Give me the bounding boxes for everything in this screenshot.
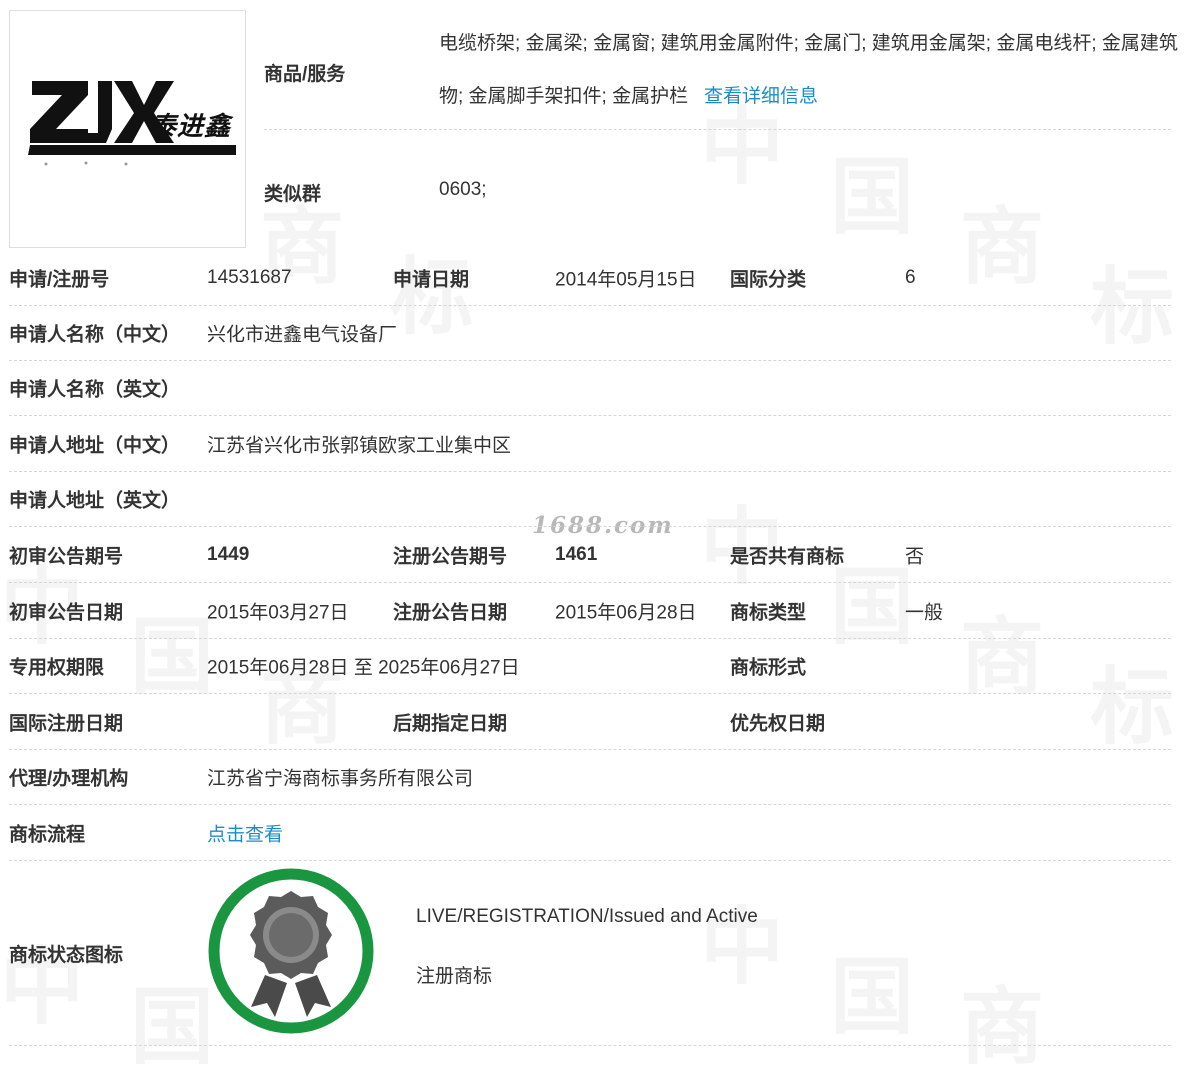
- registered-badge-icon: [208, 868, 374, 1034]
- status-en-text: LIVE/REGISTRATION/Issued and Active: [416, 906, 758, 927]
- prelim-date-label: 初审公告日期: [9, 602, 124, 624]
- row-announcement-no: 初审公告期号 1449 注册公告期号 1461 是否共有商标 否: [9, 528, 1171, 583]
- tm-form-label: 商标形式: [730, 657, 807, 679]
- logo-chinese-text: 泰进鑫: [150, 112, 232, 142]
- shared-value: 否: [905, 546, 925, 568]
- reg-no-ann-value: 1461: [555, 544, 598, 565]
- prelim-no-label: 初审公告期号: [9, 546, 124, 568]
- shared-label: 是否共有商标: [730, 546, 845, 568]
- row-applicant-addr-cn: 申请人地址（中文） 江苏省兴化市张郭镇欧家工业集中区: [9, 417, 1171, 472]
- priority-date-label: 优先权日期: [730, 713, 826, 735]
- agency-value: 江苏省宁海商标事务所有限公司: [207, 768, 474, 790]
- goods-value: 电缆桥架; 金属梁; 金属窗; 建筑用金属附件; 金属门; 建筑用金属架; 金属…: [439, 17, 1179, 123]
- status-label: 商标状态图标: [9, 945, 124, 966]
- applicant-name-en-label: 申请人名称（英文）: [9, 379, 181, 401]
- row-announcement-date: 初审公告日期 2015年03月27日 注册公告日期 2015年06月28日 商标…: [9, 584, 1171, 639]
- similar-group-value: 0603;: [439, 179, 487, 200]
- applicant-addr-cn-label: 申请人地址（中文）: [9, 435, 181, 457]
- detail-link[interactable]: 查看详细信息: [704, 86, 818, 107]
- intl-class-label: 国际分类: [730, 269, 807, 291]
- intl-reg-date-label: 国际注册日期: [9, 713, 124, 735]
- agency-label: 代理/办理机构: [9, 768, 129, 790]
- applicant-addr-en-label: 申请人地址（英文）: [9, 490, 181, 512]
- status-cn-text: 注册商标: [416, 966, 493, 987]
- row-process: 商标流程 点击查看: [9, 806, 1171, 861]
- reg-no-ann-label: 注册公告期号: [393, 546, 508, 568]
- row-status: 商标状态图标 LIVE/REGISTRATION/Issued and Acti…: [9, 862, 1171, 1046]
- row-exclusive: 专用权期限 2015年06月28日 至 2025年06月27日 商标形式: [9, 639, 1171, 694]
- process-label: 商标流程: [9, 824, 86, 846]
- applicant-addr-cn-value: 江苏省兴化市张郭镇欧家工业集中区: [207, 435, 512, 457]
- row-application: 申请/注册号 14531687 申请日期 2014年05月15日 国际分类 6: [9, 251, 1171, 306]
- row-applicant-addr-en: 申请人地址（英文）: [9, 472, 1171, 527]
- tm-type-value: 一般: [905, 602, 944, 624]
- row-intl: 国际注册日期 后期指定日期 优先权日期: [9, 695, 1171, 750]
- reg-no-value: 14531687: [207, 267, 292, 288]
- applicant-name-cn-value: 兴化市进鑫电气设备厂: [207, 324, 398, 346]
- intl-class-value: 6: [905, 267, 916, 288]
- apply-date-label: 申请日期: [393, 269, 470, 291]
- exclusive-label: 专用权期限: [9, 657, 105, 679]
- exclusive-value: 2015年06月28日 至 2025年06月27日: [207, 657, 520, 679]
- process-link[interactable]: 点击查看: [207, 820, 283, 847]
- prelim-no-value: 1449: [207, 544, 250, 565]
- reg-date-value: 2015年06月28日: [555, 602, 697, 624]
- trademark-detail: 泰进鑫 商品/服务 电缆桥架; 金属梁; 金属窗; 建筑用金属附件; 金属门; …: [0, 0, 1186, 1050]
- later-designation-label: 后期指定日期: [393, 713, 508, 735]
- similar-group-label: 类似群: [264, 184, 322, 205]
- prelim-date-value: 2015年03月27日: [207, 602, 349, 624]
- reg-no-label: 申请/注册号: [9, 269, 110, 291]
- applicant-name-cn-label: 申请人名称（中文）: [9, 324, 181, 346]
- reg-date-label: 注册公告日期: [393, 602, 508, 624]
- divider: [264, 129, 1171, 130]
- tm-type-label: 商标类型: [730, 602, 807, 624]
- row-applicant-name-en: 申请人名称（英文）: [9, 361, 1171, 416]
- trademark-image: 泰进鑫: [9, 10, 246, 248]
- row-applicant-name-cn: 申请人名称（中文） 兴化市进鑫电气设备厂: [9, 306, 1171, 361]
- apply-date-value: 2014年05月15日: [555, 269, 697, 291]
- goods-label: 商品/服务: [264, 64, 346, 85]
- row-agency: 代理/办理机构 江苏省宁海商标事务所有限公司: [9, 750, 1171, 805]
